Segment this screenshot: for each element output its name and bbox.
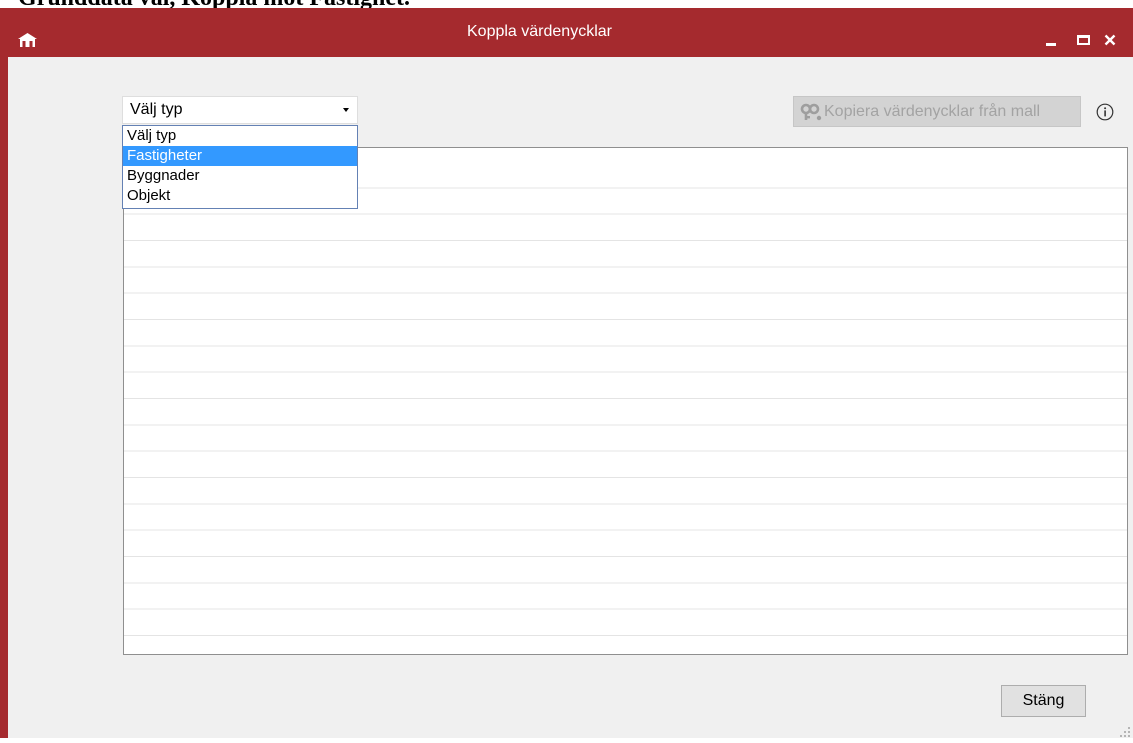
close-button[interactable]: Stäng xyxy=(1001,685,1086,717)
key-link-icon xyxy=(799,103,823,121)
dropdown-option[interactable]: Välj typ xyxy=(123,126,357,146)
chevron-down-icon xyxy=(343,108,349,112)
type-select-value: Välj typ xyxy=(130,101,183,118)
dropdown-option[interactable]: Objekt xyxy=(123,186,357,206)
dropdown-option[interactable]: Fastigheter xyxy=(123,146,357,166)
type-dropdown-list[interactable]: Välj typ Fastigheter Byggnader Objekt xyxy=(122,125,358,209)
close-window-button[interactable] xyxy=(1098,32,1122,54)
house-icon xyxy=(18,33,37,47)
close-icon xyxy=(1104,34,1116,46)
copy-value-keys-label: Kopiera värdenycklar från mall xyxy=(824,103,1041,120)
document-heading-strip: Grunddata val, Koppla mot Fastighet. xyxy=(0,0,1133,8)
window-title: Koppla värdenycklar xyxy=(467,23,612,40)
dialog-body: Välj typ Välj typ Fastigheter Byggnader … xyxy=(8,57,1133,738)
maximize-icon xyxy=(1077,35,1090,45)
minimize-icon xyxy=(1046,43,1056,46)
window-border xyxy=(0,57,8,738)
maximize-button[interactable] xyxy=(1071,32,1096,54)
info-icon xyxy=(1096,103,1114,121)
resize-grip-icon[interactable] xyxy=(1119,725,1131,737)
value-key-grid[interactable] xyxy=(123,147,1128,655)
dropdown-option[interactable]: Byggnader xyxy=(123,166,357,186)
type-select[interactable]: Välj typ xyxy=(122,96,358,124)
copy-value-keys-button[interactable]: Kopiera värdenycklar från mall xyxy=(793,96,1081,127)
minimize-button[interactable] xyxy=(1040,32,1062,54)
document-heading: Grunddata val, Koppla mot Fastighet. xyxy=(18,0,410,8)
title-bar[interactable]: Koppla värdenycklar xyxy=(0,8,1133,57)
grid-row-lines xyxy=(124,161,1127,654)
info-button[interactable] xyxy=(1096,103,1114,121)
